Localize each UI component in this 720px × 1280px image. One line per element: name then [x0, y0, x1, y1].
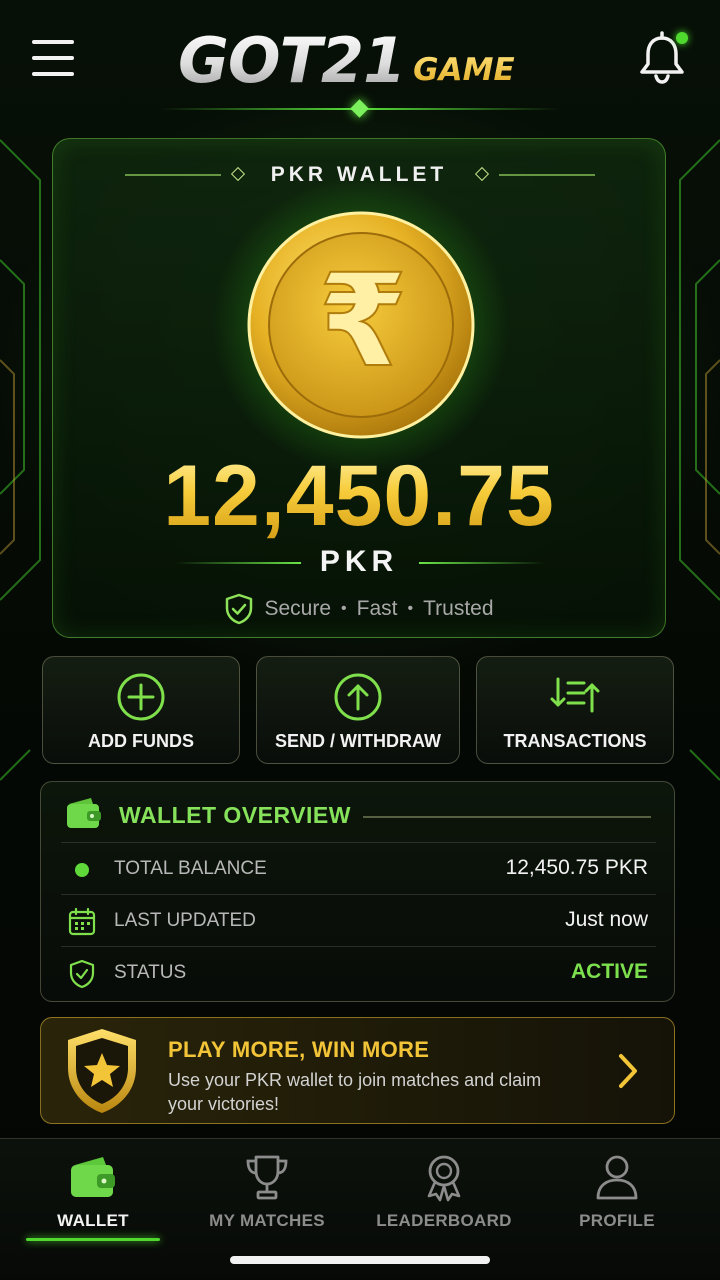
- nav-leaderboard-label: LEADERBOARD: [376, 1211, 512, 1230]
- notification-dot: [676, 32, 688, 44]
- total-balance-value: 12,450.75 PKR: [505, 856, 648, 879]
- overview-row-total-balance: TOTAL BALANCE 12,450.75 PKR: [61, 842, 656, 894]
- tag-fast: Fast: [356, 597, 398, 620]
- chevron-right-icon[interactable]: [613, 1050, 643, 1092]
- rupee-coin: ₹: [211, 175, 511, 475]
- add-funds-label: ADD FUNDS: [88, 731, 194, 751]
- send-withdraw-label: SEND / WITHDRAW: [275, 731, 441, 751]
- last-updated-label: LAST UPDATED: [114, 910, 256, 931]
- user-icon: [596, 1155, 638, 1200]
- header-diamond: [350, 99, 369, 118]
- shield-check-icon: [226, 593, 253, 625]
- transactions-button[interactable]: TRANSACTIONS: [476, 656, 674, 764]
- nav-my-matches[interactable]: MY MATCHES: [190, 1139, 344, 1249]
- home-indicator[interactable]: [230, 1256, 490, 1264]
- overview-title: WALLET OVERVIEW: [119, 802, 351, 828]
- trophy-icon: [246, 1155, 288, 1200]
- last-updated-value: Just now: [565, 908, 648, 931]
- overview-row-last-updated: LAST UPDATED Just now: [61, 894, 656, 946]
- transactions-icon: [550, 677, 600, 713]
- shield-check-icon: [69, 959, 95, 989]
- total-balance-label: TOTAL BALANCE: [114, 858, 267, 879]
- nav-profile-label: PROFILE: [579, 1211, 655, 1230]
- wallet-overview-panel: WALLET OVERVIEW TOTAL BALANCE 12,450.75 …: [40, 781, 675, 1002]
- status-label: STATUS: [114, 962, 187, 983]
- nav-wallet-label: WALLET: [57, 1211, 129, 1230]
- menu-button[interactable]: [30, 38, 76, 78]
- tag-separator: •: [341, 600, 347, 617]
- nav-leaderboard[interactable]: LEADERBOARD: [366, 1139, 522, 1249]
- nav-active-indicator: [26, 1238, 160, 1241]
- send-withdraw-button[interactable]: SEND / WITHDRAW: [256, 656, 460, 764]
- transactions-label: TRANSACTIONS: [503, 731, 647, 751]
- nav-my-matches-label: MY MATCHES: [209, 1211, 325, 1230]
- plus-circle-icon: [117, 673, 165, 721]
- security-tags: Secure • Fast • Trusted: [53, 593, 665, 625]
- title-line-right: [499, 174, 595, 176]
- app-header: GOT21 GAME: [0, 0, 720, 120]
- logo-main-text: GOT21: [178, 24, 406, 97]
- arrow-up-circle-icon: [334, 673, 382, 721]
- green-dot-icon: [75, 863, 89, 877]
- star-shield-icon: [68, 1029, 136, 1113]
- wallet-icon: [67, 798, 101, 828]
- wallet-card: PKR WALLET ₹ 12,450.75 P: [52, 138, 666, 638]
- promo-description: Use your PKR wallet to join matches and …: [168, 1070, 542, 1114]
- wallet-icon: [71, 1157, 115, 1197]
- nav-profile[interactable]: PROFILE: [544, 1139, 690, 1249]
- logo-sub-text: GAME: [413, 52, 515, 88]
- currency-line-right: [419, 562, 545, 564]
- add-funds-button[interactable]: ADD FUNDS: [42, 656, 240, 764]
- menu-bar: [32, 56, 74, 60]
- menu-bar: [32, 72, 74, 76]
- overview-header-line: [363, 816, 651, 818]
- wallet-balance: 12,450.75: [53, 447, 665, 546]
- promo-banner[interactable]: PLAY MORE, WIN MORE Use your PKR wallet …: [40, 1017, 675, 1124]
- medal-icon: [427, 1155, 461, 1202]
- tag-trusted: Trusted: [423, 597, 494, 620]
- app-logo: GOT21 GAME: [178, 24, 515, 94]
- promo-title: PLAY MORE, WIN MORE: [168, 1037, 430, 1062]
- currency-row: PKR: [53, 545, 665, 579]
- overview-header: WALLET OVERVIEW: [41, 782, 674, 842]
- menu-bar: [32, 40, 74, 44]
- wallet-currency: PKR: [319, 545, 399, 578]
- tag-separator: •: [407, 600, 414, 617]
- coin-symbol: ₹: [318, 247, 407, 396]
- rupee-coin-icon: ₹: [247, 211, 475, 439]
- calendar-icon: [68, 907, 96, 936]
- bottom-navigation: WALLET MY MATCHES LEADERBOARD PROFILE: [0, 1138, 720, 1280]
- nav-wallet[interactable]: WALLET: [18, 1139, 168, 1249]
- tag-secure: Secure: [264, 597, 332, 620]
- overview-row-status: STATUS ACTIVE: [61, 946, 656, 998]
- status-value: ACTIVE: [570, 960, 648, 983]
